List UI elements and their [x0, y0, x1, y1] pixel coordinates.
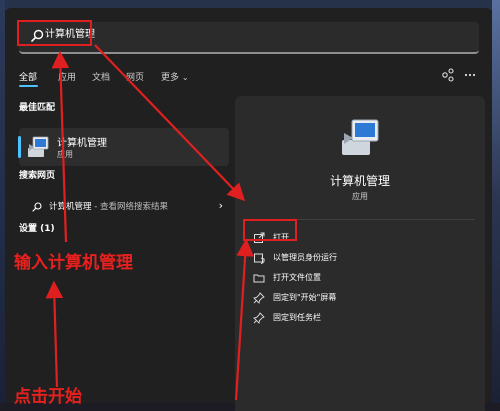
- pin-icon: [253, 292, 265, 304]
- tab-more-label: 更多: [161, 73, 180, 83]
- chevron-down-icon: ⌄: [181, 73, 189, 82]
- tab-apps[interactable]: 应用: [58, 70, 76, 83]
- pin-to-start-label: 固定到"开始"屏幕: [273, 293, 337, 302]
- folder-icon: [253, 274, 265, 283]
- chevron-right-icon[interactable]: ›: [219, 199, 223, 212]
- search-icon: [32, 202, 42, 212]
- web-result-suffix: - 查看网络搜索结果: [91, 202, 168, 212]
- tab-more[interactable]: 更多 ⌄: [161, 70, 189, 83]
- tab-all[interactable]: 全部: [19, 70, 37, 83]
- best-match-type: 应用: [57, 150, 73, 159]
- result-details-pane: 计算机管理 应用 打开 以管理员身份运行 打开文件位置 固定到"开始"屏幕 固定…: [235, 96, 485, 411]
- web-search-result[interactable]: 计算机管理 - 查看网络搜索结果 ›: [19, 198, 229, 216]
- pin-to-start-action[interactable]: 固定到"开始"屏幕: [245, 289, 475, 307]
- best-match-title: 计算机管理: [57, 138, 107, 149]
- best-match-result[interactable]: 计算机管理 应用: [18, 128, 229, 166]
- tab-documents[interactable]: 文档: [92, 70, 110, 83]
- share-icon[interactable]: [441, 68, 455, 82]
- search-highlight-box: [17, 20, 92, 46]
- admin-shield-icon: [254, 253, 265, 264]
- pin-to-taskbar-action[interactable]: 固定到任务栏: [245, 309, 475, 327]
- computer-management-icon: [28, 136, 49, 157]
- tab-web[interactable]: 网页: [126, 70, 144, 83]
- tab-active-indicator: [19, 85, 38, 87]
- open-highlight-box: [243, 219, 297, 241]
- open-file-location-label: 打开文件位置: [273, 273, 321, 282]
- result-type: 应用: [352, 192, 368, 201]
- more-options-icon[interactable]: [463, 68, 477, 82]
- web-result-title: 计算机管理: [49, 202, 92, 212]
- run-as-admin-action[interactable]: 以管理员身份运行: [245, 249, 475, 267]
- search-web-header: 搜索网页: [19, 171, 56, 181]
- best-match-header: 最佳匹配: [19, 103, 56, 113]
- annotation-click-hint: 点击开始: [14, 387, 82, 407]
- pin-to-taskbar-label: 固定到任务栏: [273, 313, 321, 322]
- run-as-admin-label: 以管理员身份运行: [273, 253, 337, 262]
- annotation-input-hint: 输入计算机管理: [14, 253, 133, 273]
- desktop-background-right: [492, 0, 500, 403]
- start-search-panel: 计算机管理 全部 应用 文档 网页 更多 ⌄ 最佳匹配 计算机管理 应用 搜索网…: [5, 8, 492, 411]
- selection-indicator: [18, 136, 21, 158]
- computer-management-icon: [342, 119, 379, 155]
- pin-icon: [253, 312, 265, 324]
- web-result-text: 计算机管理 - 查看网络搜索结果: [49, 200, 168, 212]
- open-file-location-action[interactable]: 打开文件位置: [245, 269, 475, 287]
- settings-header: 设置 (1): [19, 224, 55, 234]
- result-title: 计算机管理: [329, 174, 390, 188]
